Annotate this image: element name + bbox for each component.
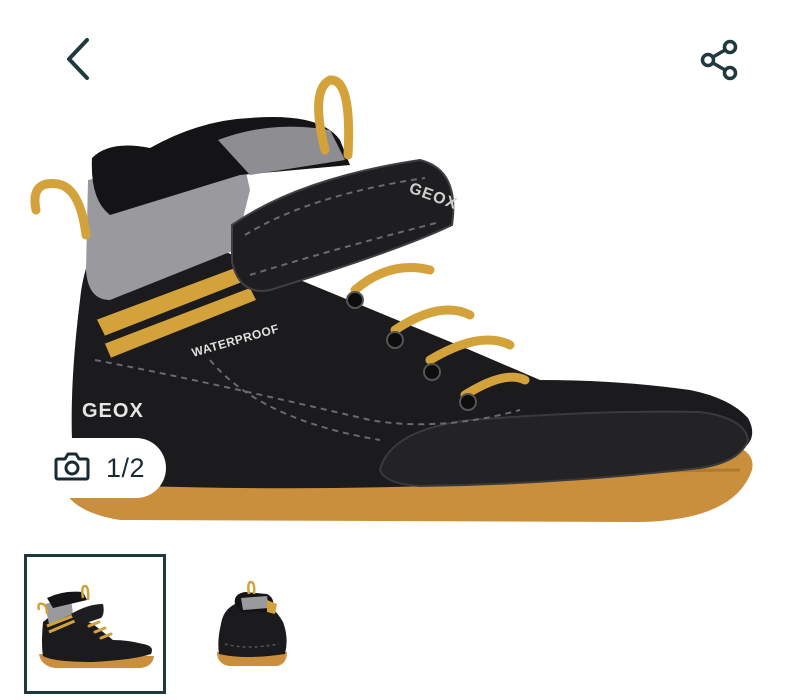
back-button[interactable] (52, 36, 102, 86)
thumbnail-1[interactable] (24, 554, 166, 694)
brand-logo-side: GEOX (82, 400, 144, 422)
thumbnail-2[interactable] (180, 554, 320, 694)
thumbnail-strip (24, 554, 320, 694)
camera-icon (54, 451, 90, 486)
image-counter-text: 1/2 (106, 452, 146, 483)
chevron-left-icon (63, 36, 91, 87)
share-button[interactable] (694, 36, 746, 88)
image-counter-badge[interactable]: 1/2 (40, 438, 166, 498)
share-icon (699, 39, 741, 86)
